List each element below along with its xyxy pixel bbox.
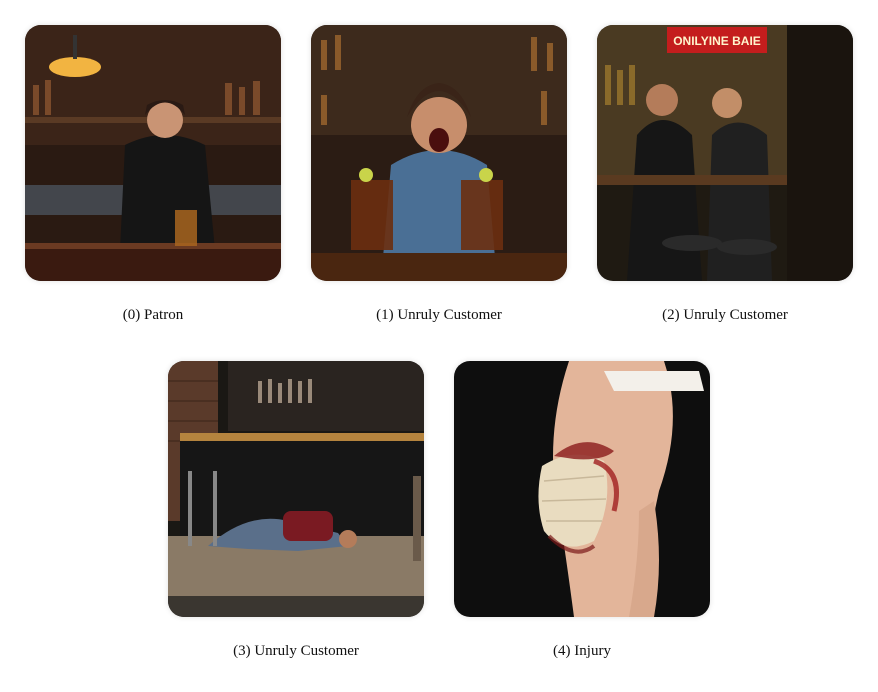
bar-neon-sign: ONILYINE BAIE [673,34,761,48]
panel-1-caption: (1) Unruly Customer [376,307,502,323]
panel-0-caption: (0) Patron [122,307,184,323]
panel-4-injury-image [454,361,710,617]
panel-2-unruly-customer-image: ONILYINE BAIE [597,25,853,281]
panel-3-unruly-customer-image [168,361,424,617]
panel-3-caption: (3) Unruly Customer [233,643,359,659]
panel-1-unruly-customer-image [311,25,567,281]
panel-0-patron-image [25,25,281,281]
panel-2-caption: (2) Unruly Customer [662,307,788,323]
panel-4-caption: (4) Injury [553,643,611,659]
